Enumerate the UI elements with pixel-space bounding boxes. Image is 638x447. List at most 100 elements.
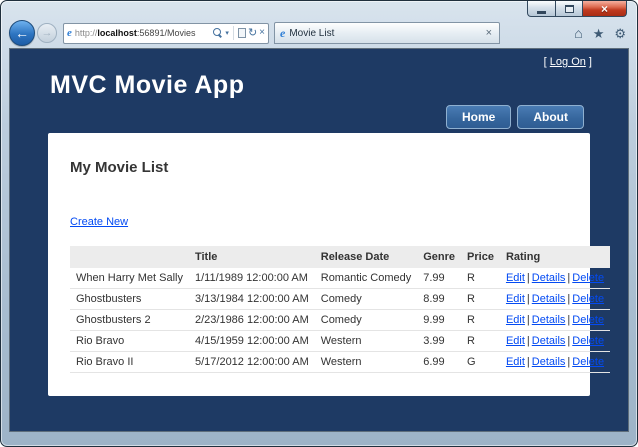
action-separator: | xyxy=(526,293,530,305)
rating-cell: R xyxy=(461,268,500,289)
search-dropdown-icon[interactable]: ▾ xyxy=(225,29,229,37)
release-date-cell: 3/13/1984 12:00:00 AM xyxy=(188,288,315,310)
action-separator: | xyxy=(526,335,530,347)
window-close-button[interactable]: × xyxy=(583,1,627,17)
details-link[interactable]: Details xyxy=(532,293,566,305)
movies-table: Title Release Date Genre Price Rating Wh… xyxy=(70,246,611,373)
genre-cell: Romantic Comedy xyxy=(314,268,418,289)
search-icon[interactable] xyxy=(213,28,223,38)
favorites-star-icon[interactable]: ★ xyxy=(593,27,605,40)
genre-cell: Western xyxy=(314,330,418,352)
rating-cell: G xyxy=(461,351,500,373)
table-row: Rio Bravo II 5/17/2012 12:00:00 AM Weste… xyxy=(70,351,611,373)
browser-window: × ← → e http://localhost:56891/Movies ▾ … xyxy=(0,0,638,447)
home-icon[interactable]: ⌂ xyxy=(574,26,582,40)
nav-about-button[interactable]: About xyxy=(517,105,584,129)
action-separator: | xyxy=(567,356,571,368)
price-cell: 9.99 xyxy=(417,309,462,331)
address-bar-divider xyxy=(232,26,234,40)
delete-link[interactable]: Delete xyxy=(572,293,604,305)
details-link[interactable]: Details xyxy=(532,272,566,284)
genre-cell: Western xyxy=(314,351,418,373)
price-cell: 3.99 xyxy=(417,330,462,352)
action-separator: | xyxy=(567,335,571,347)
url-protocol: http:// xyxy=(74,28,98,38)
header-rating: Rating xyxy=(499,246,611,268)
action-separator: | xyxy=(526,272,530,284)
create-new-link[interactable]: Create New xyxy=(70,216,128,228)
header-release-date: Release Date xyxy=(314,246,418,268)
minimize-icon xyxy=(537,10,546,14)
action-separator: | xyxy=(567,293,571,305)
release-date-cell: 5/17/2012 12:00:00 AM xyxy=(188,351,315,373)
release-date-cell: 2/23/1986 12:00:00 AM xyxy=(188,309,315,331)
url-text: http://localhost:56891/Movies xyxy=(75,28,214,38)
refresh-button[interactable]: ↻ xyxy=(248,27,257,39)
action-separator: | xyxy=(526,356,530,368)
ie-tab-icon: e xyxy=(280,26,286,40)
stop-button[interactable]: × xyxy=(259,28,265,38)
actions-cell: Edit | Details | Delete xyxy=(499,330,611,352)
tab-close-button[interactable]: × xyxy=(484,27,494,39)
table-row: Ghostbusters 3/13/1984 12:00:00 AM Comed… xyxy=(70,288,611,310)
logon-link[interactable]: Log On xyxy=(550,56,586,68)
actions-cell: Edit | Details | Delete xyxy=(499,288,611,310)
mvc-movie-app-page: [ Log On ] MVC Movie App Home About My M… xyxy=(10,49,628,431)
list-heading: My Movie List xyxy=(70,159,169,176)
price-cell: 7.99 xyxy=(417,268,462,289)
maximize-icon xyxy=(564,4,574,13)
minimize-button[interactable] xyxy=(527,1,556,17)
genre-cell: Comedy xyxy=(314,288,418,310)
url-host: localhost xyxy=(97,28,137,38)
logon-bracket-close: ] xyxy=(585,56,592,68)
table-row: Rio Bravo 4/15/1959 12:00:00 AM Western … xyxy=(70,330,611,352)
details-link[interactable]: Details xyxy=(532,314,566,326)
action-separator: | xyxy=(567,314,571,326)
maximize-button[interactable] xyxy=(556,1,583,17)
window-controls: × xyxy=(527,1,627,17)
header-empty xyxy=(70,246,189,268)
edit-link[interactable]: Edit xyxy=(506,314,525,326)
table-header-row: Title Release Date Genre Price Rating xyxy=(70,246,611,268)
forward-button[interactable]: → xyxy=(37,23,57,43)
url-path: :56891/Movies xyxy=(136,28,196,38)
details-link[interactable]: Details xyxy=(532,356,566,368)
edit-link[interactable]: Edit xyxy=(506,272,525,284)
delete-link[interactable]: Delete xyxy=(572,356,604,368)
browser-viewport: [ Log On ] MVC Movie App Home About My M… xyxy=(9,48,629,432)
actions-cell: Edit | Details | Delete xyxy=(499,268,611,289)
delete-link[interactable]: Delete xyxy=(572,314,604,326)
navigation-bar: ← → e http://localhost:56891/Movies ▾ ↻ … xyxy=(9,19,629,47)
table-row: When Harry Met Sally 1/11/1989 12:00:00 … xyxy=(70,268,611,289)
address-bar-icons: ▾ ↻ × xyxy=(213,26,265,40)
browser-toolbar: ⌂ ★ ⚙ xyxy=(574,26,629,40)
delete-link[interactable]: Delete xyxy=(572,335,604,347)
action-separator: | xyxy=(526,314,530,326)
edit-link[interactable]: Edit xyxy=(506,293,525,305)
genre-cell: Comedy xyxy=(314,309,418,331)
edit-link[interactable]: Edit xyxy=(506,356,525,368)
delete-link[interactable]: Delete xyxy=(572,272,604,284)
tab-movie-list[interactable]: e Movie List × xyxy=(274,22,500,44)
movie-name-cell: When Harry Met Sally xyxy=(70,268,189,289)
nav-home-button[interactable]: Home xyxy=(446,105,512,129)
compatibility-view-icon[interactable] xyxy=(237,28,246,38)
rating-cell: R xyxy=(461,309,500,331)
site-title: MVC Movie App xyxy=(50,71,245,99)
edit-link[interactable]: Edit xyxy=(506,335,525,347)
header-genre: Genre xyxy=(417,246,462,268)
address-bar[interactable]: e http://localhost:56891/Movies ▾ ↻ × xyxy=(63,22,269,44)
rating-cell: R xyxy=(461,330,500,352)
movie-name-cell: Rio Bravo xyxy=(70,330,189,352)
window-close-icon: × xyxy=(600,1,608,16)
release-date-cell: 4/15/1959 12:00:00 AM xyxy=(188,330,315,352)
actions-cell: Edit | Details | Delete xyxy=(499,309,611,331)
details-link[interactable]: Details xyxy=(532,335,566,347)
back-button[interactable]: ← xyxy=(9,20,35,46)
main-menu: Home About xyxy=(446,105,584,129)
header-price: Price xyxy=(461,246,500,268)
actions-cell: Edit | Details | Delete xyxy=(499,351,611,373)
tools-gear-icon[interactable]: ⚙ xyxy=(614,27,626,40)
header-title: Title xyxy=(188,246,315,268)
movie-name-cell: Ghostbusters xyxy=(70,288,189,310)
